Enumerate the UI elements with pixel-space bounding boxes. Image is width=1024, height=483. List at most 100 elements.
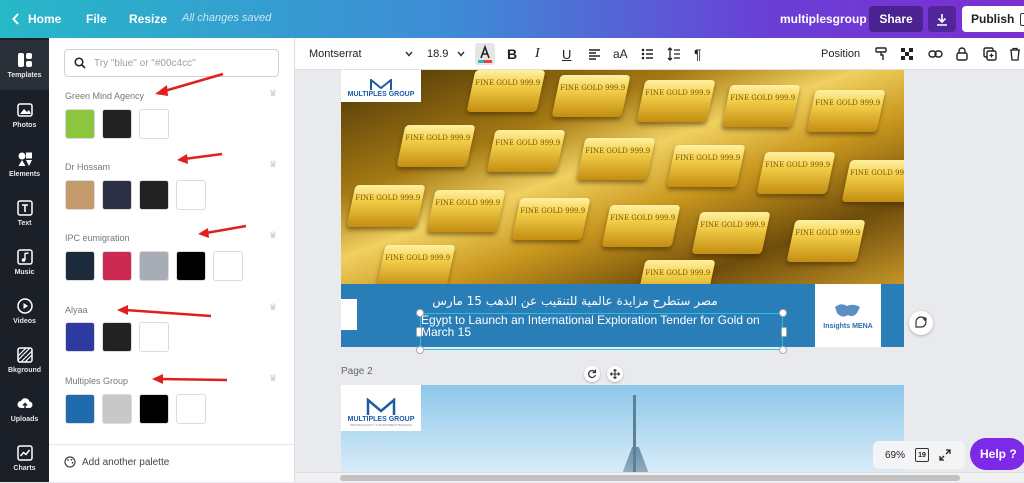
resize-handle[interactable]	[416, 309, 424, 317]
project-name[interactable]: multiplesgroup	[780, 12, 867, 26]
color-swatch[interactable]	[176, 251, 206, 281]
text-selection-box[interactable]	[420, 313, 783, 350]
design-page-1[interactable]: FINE GOLD 999.9 FINE GOLD 999.9 FINE GOL…	[341, 70, 904, 347]
zoom-level[interactable]: 69%	[885, 450, 905, 461]
horizontal-scrollbar[interactable]	[295, 472, 1024, 482]
list-button[interactable]	[641, 38, 654, 70]
file-menu[interactable]: File	[86, 12, 107, 26]
transparency-button[interactable]	[901, 38, 914, 70]
home-button[interactable]: Home	[12, 0, 61, 38]
text-direction-button[interactable]: ¶	[694, 38, 702, 70]
delete-button[interactable]	[1009, 38, 1021, 70]
color-swatch[interactable]	[102, 322, 132, 352]
lock-button[interactable]	[956, 38, 968, 70]
copy-style-button[interactable]	[875, 38, 887, 70]
duplicate-button[interactable]	[983, 38, 997, 70]
italic-button[interactable]: I	[535, 38, 540, 70]
scrollbar-thumb[interactable]	[340, 475, 960, 481]
move-button[interactable]	[607, 366, 623, 382]
gold-bars-image[interactable]: FINE GOLD 999.9 FINE GOLD 999.9 FINE GOL…	[341, 70, 904, 284]
zoom-controls[interactable]: 69% 19	[873, 441, 965, 469]
palette-title: Green Mind Agency	[65, 91, 145, 101]
color-swatch[interactable]	[139, 180, 169, 210]
rail-item-videos[interactable]: Videos	[0, 286, 49, 336]
lock-icon	[956, 47, 968, 61]
color-swatch[interactable]	[65, 322, 95, 352]
color-swatch[interactable]	[102, 180, 132, 210]
text-color-button[interactable]	[475, 38, 495, 70]
share-button[interactable]: Share	[869, 6, 923, 32]
color-swatch[interactable]	[139, 109, 169, 139]
link-button[interactable]	[928, 38, 943, 70]
bold-button[interactable]: B	[507, 38, 517, 70]
color-swatch[interactable]	[102, 251, 132, 281]
case-button[interactable]: aA	[613, 38, 628, 70]
color-swatch[interactable]	[65, 109, 95, 139]
top-bar: Home File Resize All changes saved multi…	[0, 0, 1024, 38]
fullscreen-icon[interactable]	[939, 449, 951, 461]
font-size-select[interactable]: 18.9	[427, 38, 465, 70]
headline-arabic[interactable]: مصر ستطرح مزايدة عالمية للتنقيب عن الذهب…	[425, 294, 725, 308]
add-palette-button[interactable]: Add another palette	[64, 456, 169, 468]
palette-title: IPC eumigration	[65, 233, 130, 243]
resize-handle[interactable]	[416, 346, 424, 354]
underline-button[interactable]: U	[562, 38, 571, 70]
rotate-button[interactable]	[584, 366, 600, 382]
page-count-icon[interactable]: 19	[915, 448, 930, 462]
rail-item-photos[interactable]: Photos	[0, 90, 49, 140]
color-swatch[interactable]	[176, 180, 206, 210]
color-swatch[interactable]	[139, 322, 169, 352]
resize-handle[interactable]	[779, 346, 787, 354]
music-icon	[16, 248, 33, 265]
rail-label: Photos	[12, 121, 37, 129]
chevron-down-icon	[405, 51, 413, 57]
resize-handle[interactable]	[416, 327, 422, 337]
rail-item-music[interactable]: Music	[0, 237, 49, 287]
color-swatch[interactable]	[65, 251, 95, 281]
help-button[interactable]: Help ?	[970, 438, 1024, 470]
resize-button[interactable]: Resize	[129, 12, 167, 26]
gold-bar-text: FINE GOLD 999.9	[520, 207, 586, 215]
position-button[interactable]: Position	[821, 38, 860, 70]
download-button[interactable]	[928, 6, 956, 32]
rail-item-uploads[interactable]: Uploads	[0, 384, 49, 434]
multiples-group-logo[interactable]: MULTIPLES GROUP	[341, 70, 421, 102]
spacing-button[interactable]	[667, 38, 681, 70]
rail-item-charts[interactable]: Charts	[0, 433, 49, 483]
rail-item-elements[interactable]: Elements	[0, 139, 49, 189]
palette-swatches	[65, 180, 206, 210]
align-button[interactable]	[588, 38, 601, 70]
rail-item-background[interactable]: Bkground	[0, 335, 49, 385]
insights-mena-logo[interactable]: Insights MENA	[815, 284, 881, 347]
resize-handle[interactable]	[779, 309, 787, 317]
color-swatch[interactable]	[176, 394, 206, 424]
gold-bar-text: FINE GOLD 999.9	[585, 147, 651, 155]
font-size-value: 18.9	[427, 48, 449, 60]
resize-handle[interactable]	[781, 327, 787, 337]
color-swatch[interactable]	[65, 180, 95, 210]
multiples-group-logo[interactable]: MULTIPLES GROUP PRIVATE EQUITY & INVESTM…	[341, 385, 421, 431]
design-canvas[interactable]: FINE GOLD 999.9 FINE GOLD 999.9 FINE GOL…	[295, 70, 1024, 482]
color-swatch[interactable]	[65, 394, 95, 424]
design-page-2[interactable]: MULTIPLES GROUP PRIVATE EQUITY & INVESTM…	[341, 385, 904, 482]
rail-item-templates[interactable]: Templates	[0, 40, 49, 90]
color-swatch[interactable]	[102, 394, 132, 424]
gold-bar-text: FINE GOLD 999.9	[475, 79, 541, 87]
color-swatch[interactable]	[139, 394, 169, 424]
gold-bar-text: FINE GOLD 999.9	[495, 139, 561, 147]
color-swatch[interactable]	[102, 109, 132, 139]
gold-bar-text: FINE GOLD 999.9	[815, 99, 881, 107]
gold-bar-text: FINE GOLD 999.9	[435, 199, 501, 207]
rail-item-text[interactable]: Text	[0, 188, 49, 238]
color-swatch[interactable]	[139, 251, 169, 281]
gold-bar-text: FINE GOLD 999.9	[645, 269, 711, 277]
rail-label: Videos	[13, 317, 36, 325]
paint-roller-icon	[875, 47, 887, 60]
color-swatch[interactable]	[213, 251, 243, 281]
add-comment-button[interactable]	[909, 311, 933, 335]
trash-icon	[1010, 47, 1020, 61]
publish-icon	[1020, 12, 1024, 26]
font-family-select[interactable]: Montserrat	[309, 38, 413, 70]
publish-button[interactable]: Publish	[962, 6, 1024, 32]
annotation-arrow-icon	[155, 72, 224, 96]
